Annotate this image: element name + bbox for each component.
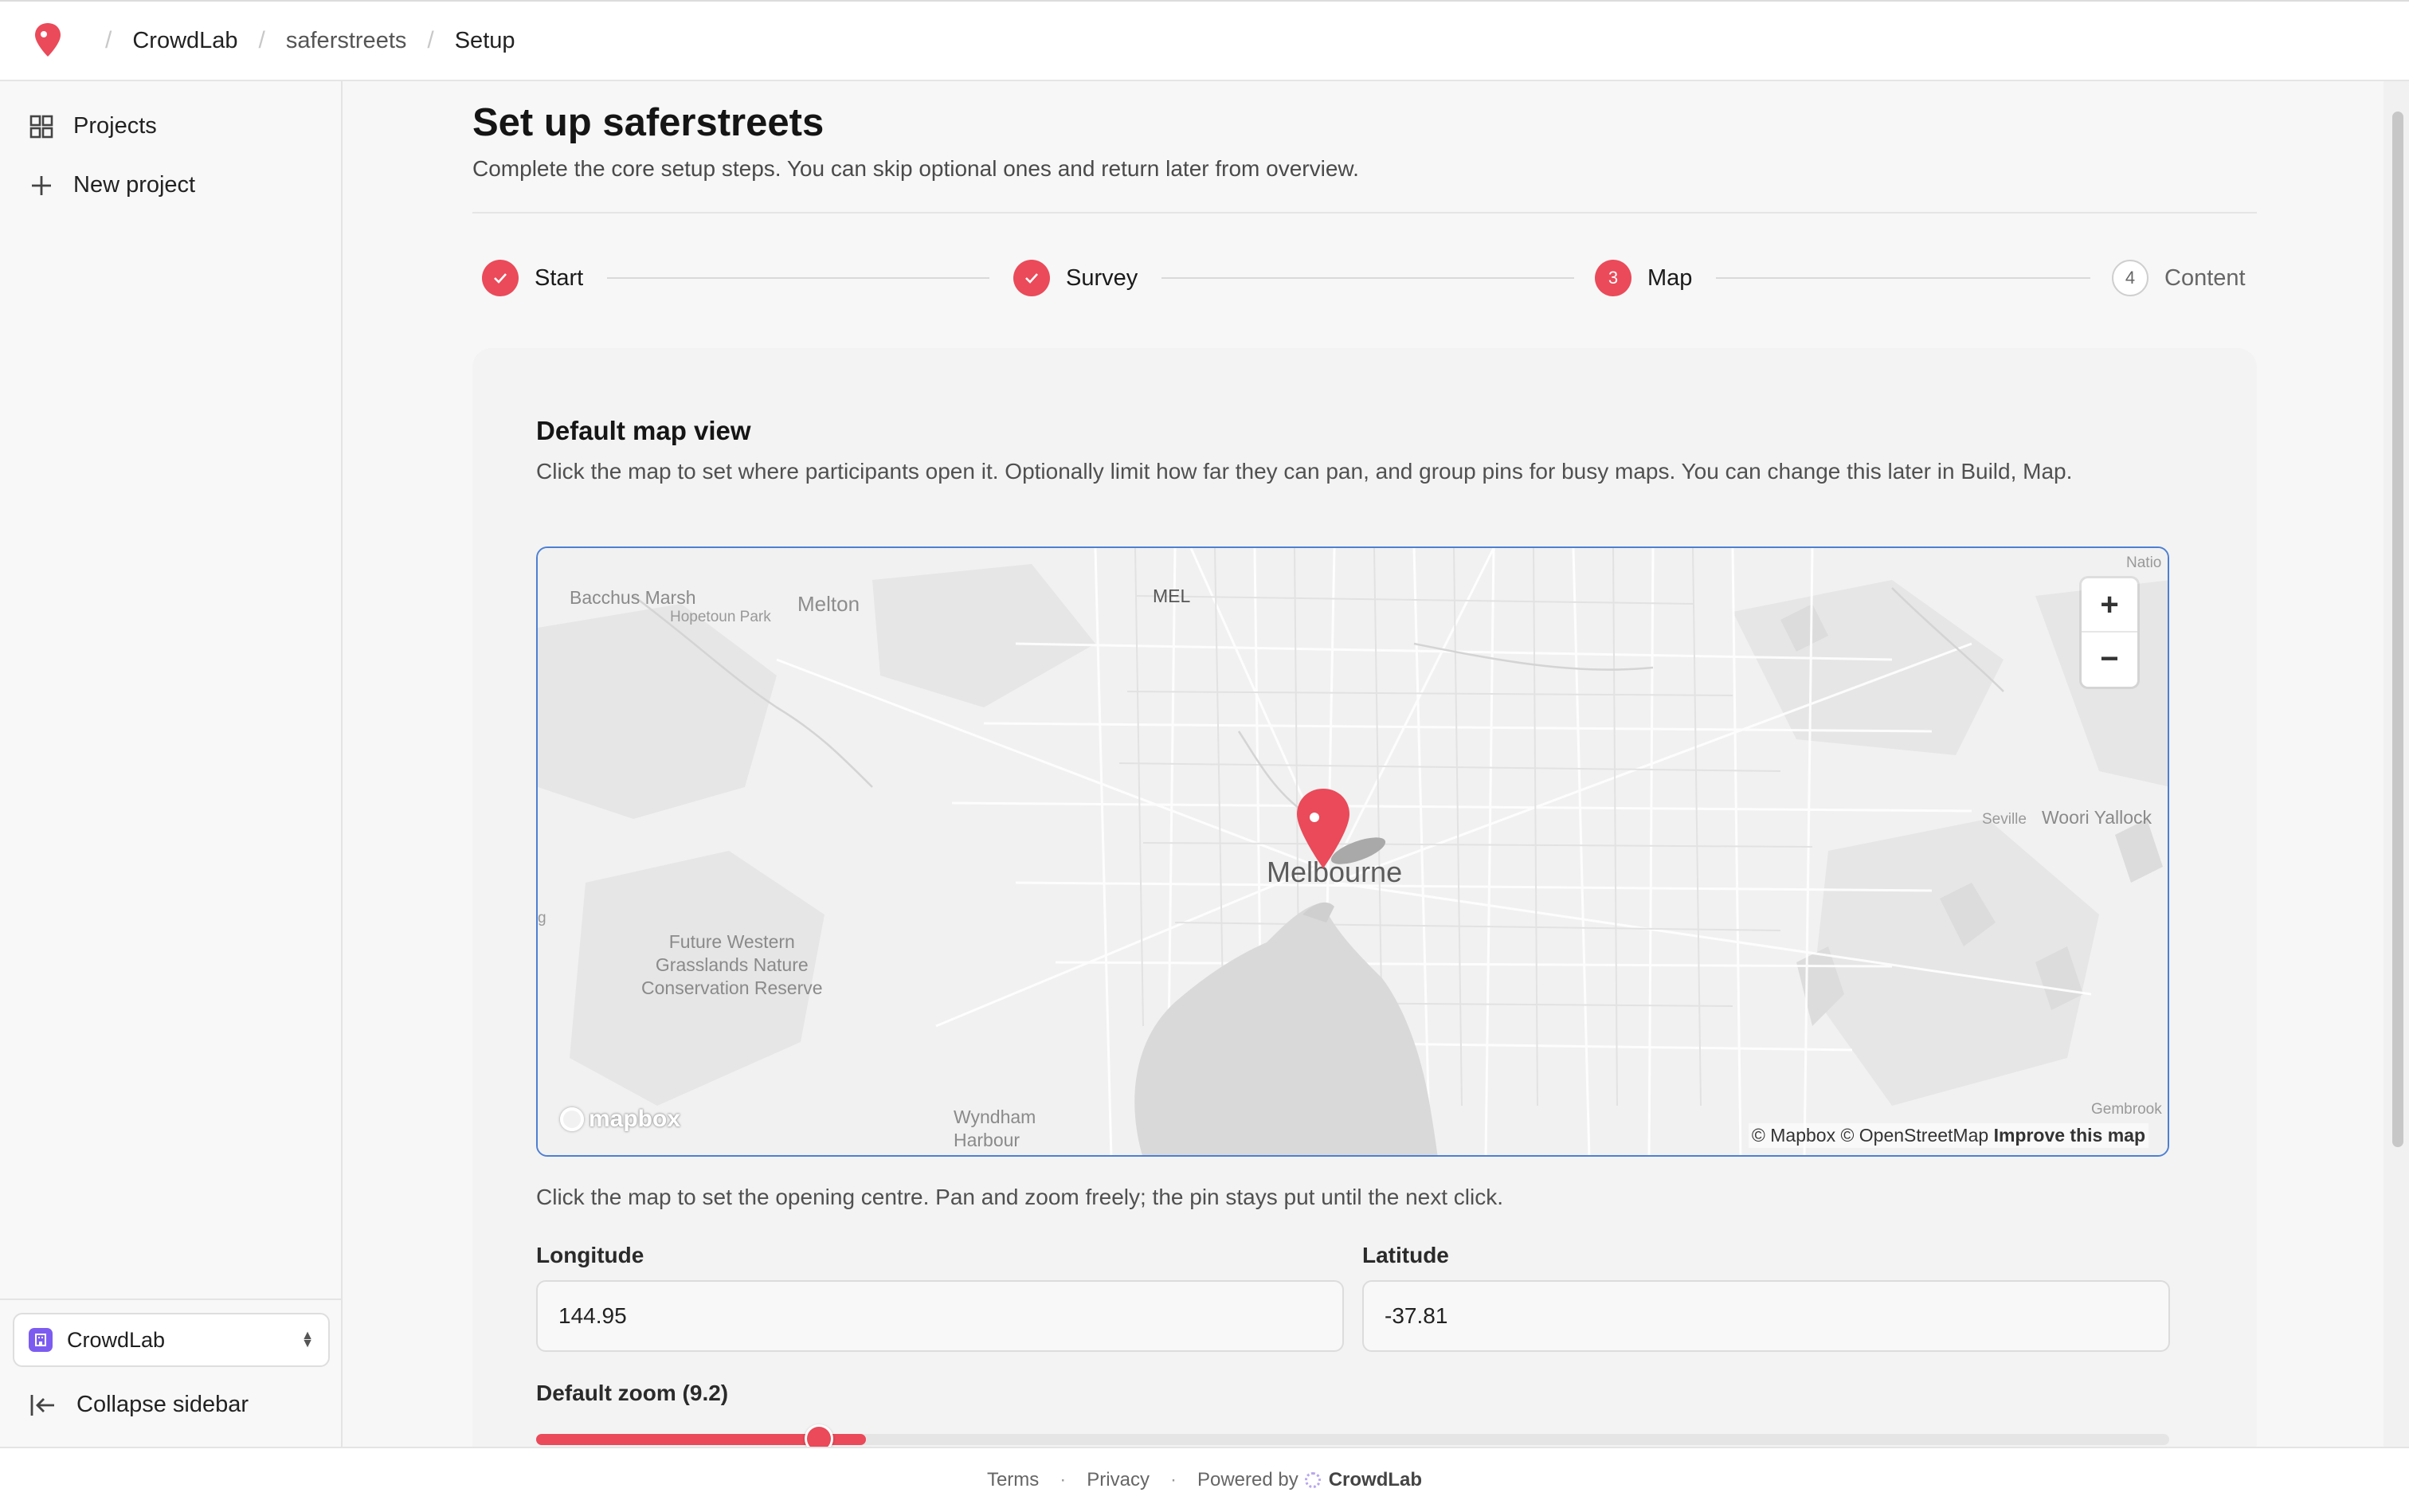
map-label: Hopetoun Park [670,609,771,625]
step-map[interactable]: 3 Map [1595,260,1692,296]
step-content[interactable]: 4 Content [2112,260,2246,296]
latitude-input[interactable] [1362,1280,2170,1352]
basemap [538,548,2168,1155]
section-title: Default map view [536,416,751,445]
breadcrumb-separator: / [105,27,112,53]
privacy-link[interactable]: Privacy [1087,1469,1150,1491]
org-switcher-label: CrowdLab [67,1327,166,1352]
sidebar-item-label: New project [73,172,196,198]
longitude-label: Longitude [536,1243,644,1267]
stepper-connector [607,277,989,279]
map-zoom-control: + − [2082,578,2137,687]
step-start[interactable]: Start [482,260,583,296]
improve-map-link[interactable]: Improve this map [1994,1125,2145,1146]
footer-brand[interactable]: CrowdLab [1304,1469,1423,1491]
chevron-up-down-icon: ▲ ▼ [301,1329,314,1350]
breadcrumb-project[interactable]: saferstreets [286,28,407,54]
sidebar-item-projects[interactable]: Projects [29,113,157,139]
zoom-out-button[interactable]: − [2082,633,2137,685]
map-pin-icon[interactable] [1295,787,1351,870]
powered-by-text: Powered by [1197,1469,1299,1490]
check-icon [1013,260,1050,296]
breadcrumb-crowdlab[interactable]: CrowdLab [132,28,237,54]
check-icon [482,260,519,296]
sidebar-divider [0,1299,343,1300]
default-zoom-label: Default zoom (9.2) [536,1381,729,1405]
map-label: Woori Yallock [2042,807,2152,828]
breadcrumb-separator: / [427,27,434,53]
longitude-input[interactable] [536,1280,1344,1352]
header-divider [472,212,2257,213]
map-label: Gembrook [2091,1101,2162,1118]
step-label: Survey [1066,264,1138,291]
app-logo-icon[interactable] [32,22,64,60]
footer: Terms · Privacy · Powered by CrowdLab [0,1447,2409,1512]
mapbox-logo-icon [560,1107,584,1131]
map-hint: Click the map to set the opening centre.… [536,1185,1503,1209]
sidebar: Projects New project CrowdLab ▲ ▼ Collaps… [0,81,343,1447]
map-canvas[interactable]: Bacchus Marsh Hopetoun Park Melton MEL M… [536,546,2169,1157]
attribution-text[interactable]: © Mapbox © OpenStreetMap [1752,1125,1988,1146]
collapse-sidebar-icon [30,1394,54,1416]
breadcrumb-separator: / [258,27,265,53]
map-label: Wyndham Harbour [954,1107,1036,1150]
map-attribution: © Mapbox © OpenStreetMap Improve this ma… [1748,1123,2149,1148]
map-label: Natio [2126,554,2162,571]
step-number: 4 [2112,260,2149,296]
terms-link[interactable]: Terms [987,1469,1039,1491]
collapse-sidebar-button[interactable]: Collapse sidebar [29,1392,249,1418]
org-switcher[interactable]: CrowdLab ▲ ▼ [13,1313,330,1367]
mapbox-logo[interactable]: mapbox [560,1106,680,1133]
latitude-label: Latitude [1362,1243,1449,1267]
sidebar-item-label: Projects [73,113,157,139]
step-survey[interactable]: Survey [1013,260,1138,296]
scrollbar-thumb[interactable] [2392,112,2403,1147]
breadcrumb-current: Setup [454,27,515,53]
step-number: 3 [1595,260,1631,296]
map-label: Future Western Grasslands Nature Conserv… [641,931,823,998]
plus-icon [32,175,51,195]
step-label: Map [1647,264,1693,291]
section-description: Click the map to set where participants … [536,459,2073,484]
map-label: Melton [797,592,860,616]
footer-separator: · [1060,1469,1067,1490]
mapbox-logo-text: mapbox [589,1106,681,1132]
map-label: g [538,910,546,926]
page-subtitle: Complete the core setup steps. You can s… [472,156,1359,181]
zoom-in-button[interactable]: + [2082,578,2137,631]
top-bar: / CrowdLab / saferstreets / Setup [0,0,2409,81]
step-label: Start [535,264,584,291]
sidebar-item-new-project[interactable]: New project [29,172,195,198]
stepper-connector [1716,277,2090,279]
brand-icon [1304,1472,1321,1488]
map-label: Seville [1982,811,2027,828]
page-title: Set up saferstreets [472,101,825,144]
step-label: Content [2164,264,2246,291]
org-badge-icon [29,1328,53,1352]
map-label: MEL [1153,586,1191,606]
grid-icon [29,115,53,138]
footer-separator: · [1169,1469,1177,1490]
collapse-sidebar-label: Collapse sidebar [76,1392,249,1417]
footer-brand-label: CrowdLab [1328,1469,1423,1490]
stepper-connector [1161,277,1574,279]
